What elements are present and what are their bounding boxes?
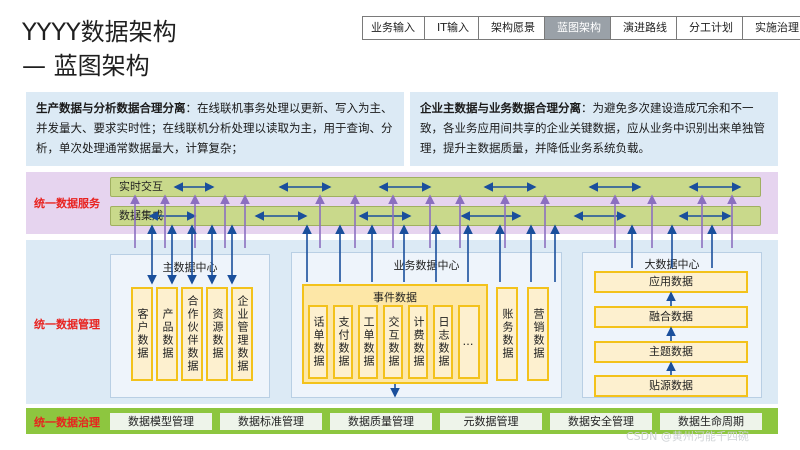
connector-arrows xyxy=(130,182,742,398)
watermark: CSDN @黄州河能千四碗 xyxy=(626,430,749,443)
